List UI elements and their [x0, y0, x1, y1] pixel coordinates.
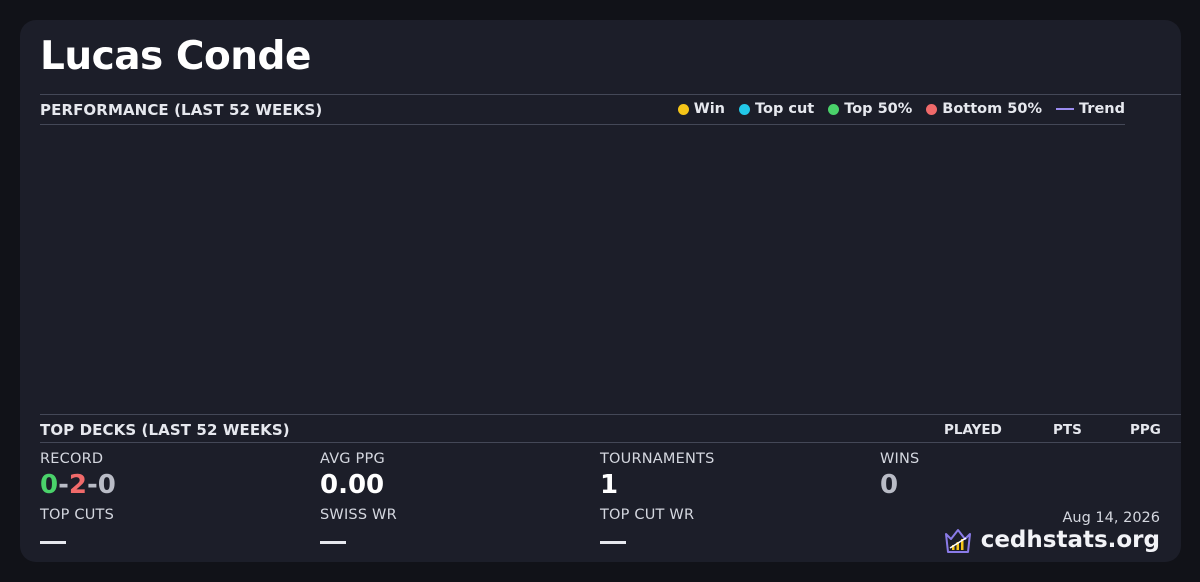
- divider: [40, 414, 1181, 415]
- top-cuts-value: [40, 541, 66, 544]
- report-date: Aug 14, 2026: [1062, 510, 1161, 526]
- record-value: 0-2-0: [40, 470, 116, 500]
- brand[interactable]: cedhstats.org: [943, 526, 1160, 554]
- win-dot-icon: [677, 103, 689, 115]
- record-draws: 0: [97, 470, 116, 500]
- trend-line-icon: [1056, 108, 1074, 110]
- legend-label: Top 50%: [844, 101, 913, 117]
- player-name: Lucas Conde: [40, 34, 311, 79]
- top-cut-wr-label: TOP CUT WR: [600, 507, 695, 523]
- column-ppg: PPG: [1130, 422, 1161, 438]
- wins-label: WINS: [880, 451, 920, 467]
- legend-item-top-cut: Top cut: [739, 101, 814, 117]
- swiss-wr-value: [320, 541, 346, 544]
- record-sep: -: [86, 470, 98, 500]
- divider: [40, 442, 1181, 443]
- wins-value: 0: [880, 470, 899, 500]
- performance-heading: PERFORMANCE (LAST 52 WEEKS): [40, 101, 323, 119]
- legend-label: Trend: [1079, 101, 1125, 117]
- top-decks-heading: TOP DECKS (LAST 52 WEEKS): [40, 421, 290, 439]
- record-sep: -: [58, 470, 69, 500]
- legend-label: Bottom 50%: [942, 101, 1042, 117]
- performance-chart-area: [40, 125, 1145, 413]
- brand-name: cedhstats.org: [980, 527, 1160, 553]
- record-losses: 2: [68, 470, 87, 500]
- top-cuts-label: TOP CUTS: [40, 507, 115, 523]
- legend-label: Top cut: [755, 101, 815, 117]
- player-card: Lucas Conde PERFORMANCE (LAST 52 WEEKS) …: [20, 20, 1181, 562]
- column-pts: PTS: [1053, 422, 1082, 438]
- crown-chart-logo-icon: [944, 529, 971, 553]
- divider: [40, 94, 1181, 95]
- bottom-50-dot-icon: [926, 103, 938, 115]
- legend-label: Win: [693, 101, 726, 117]
- chart-legend: Win Top cut Top 50% Bottom 50% Trend: [664, 101, 1125, 117]
- top-cut-dot-icon: [739, 103, 751, 115]
- top-cut-wr-value: [600, 541, 626, 544]
- avg-ppg-value: 0.00: [320, 470, 385, 500]
- legend-item-trend: Trend: [1056, 101, 1125, 117]
- swiss-wr-label: SWISS WR: [320, 507, 397, 523]
- record-wins: 0: [40, 470, 59, 500]
- tournaments-value: 1: [600, 470, 619, 500]
- column-played: PLAYED: [944, 422, 1002, 438]
- legend-item-top-50: Top 50%: [828, 101, 912, 117]
- legend-item-bottom-50: Bottom 50%: [926, 101, 1042, 117]
- legend-item-win: Win: [677, 101, 726, 117]
- tournaments-label: TOURNAMENTS: [600, 451, 715, 467]
- record-label: RECORD: [40, 451, 104, 467]
- avg-ppg-label: AVG PPG: [320, 451, 385, 467]
- top-50-dot-icon: [828, 103, 840, 115]
